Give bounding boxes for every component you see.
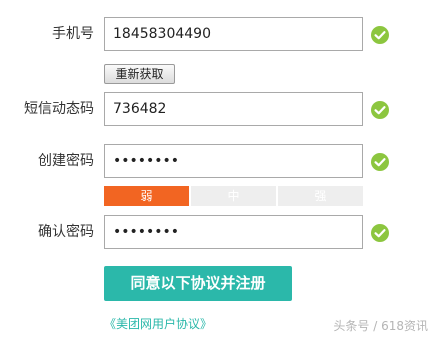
sms-code-input[interactable] xyxy=(104,92,363,126)
strength-strong-segment: 强 xyxy=(278,186,363,206)
agree-and-register-button[interactable]: 同意以下协议并注册 xyxy=(104,266,292,301)
source-watermark: 头条号 / 618资讯 xyxy=(333,319,428,333)
phone-label: 手机号 xyxy=(52,26,94,42)
sms-code-label: 短信动态码 xyxy=(24,101,94,117)
phone-valid-check-icon xyxy=(371,26,389,44)
resend-code-button[interactable]: 重新获取 xyxy=(104,64,175,84)
confirm-password-valid-check-icon xyxy=(371,224,389,242)
sms-code-valid-check-icon xyxy=(371,101,389,119)
create-password-valid-check-icon xyxy=(371,153,389,171)
strength-medium-segment: 中 xyxy=(191,186,276,206)
password-strength-meter: 弱 中 强 xyxy=(104,186,363,206)
phone-input[interactable] xyxy=(104,17,363,51)
strength-weak-segment: 弱 xyxy=(104,186,189,206)
user-agreement-link[interactable]: 《美团网用户协议》 xyxy=(104,316,212,332)
confirm-password-label: 确认密码 xyxy=(38,224,94,240)
create-password-label: 创建密码 xyxy=(38,153,94,169)
confirm-password-input[interactable] xyxy=(104,215,363,249)
create-password-input[interactable] xyxy=(104,144,363,178)
